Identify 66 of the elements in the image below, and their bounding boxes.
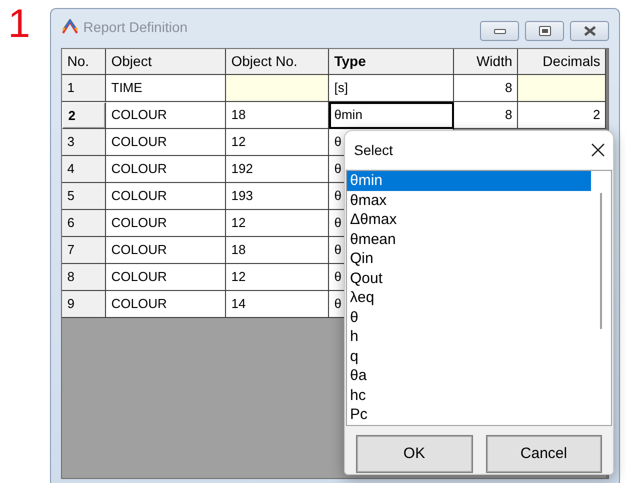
list-item[interactable]: λeq xyxy=(347,288,592,308)
list-item[interactable]: θmin xyxy=(347,171,592,190)
table-cell[interactable]: COLOUR xyxy=(106,156,226,183)
table-cell[interactable]: [s] xyxy=(329,75,454,102)
row-header[interactable]: 9 xyxy=(62,291,106,318)
list-item[interactable]: q xyxy=(347,346,592,366)
table-cell[interactable]: 192 xyxy=(226,156,330,183)
dialog-title: Select xyxy=(354,140,393,160)
minimize-button[interactable] xyxy=(480,21,520,41)
list-item[interactable]: θa xyxy=(347,366,592,386)
row-header[interactable]: 1 xyxy=(62,75,106,102)
figure-label: 1 xyxy=(8,2,30,46)
list-item[interactable]: θmean xyxy=(347,230,592,249)
table-cell[interactable]: COLOUR xyxy=(106,291,226,318)
column-header[interactable]: Object xyxy=(106,49,226,75)
row-header[interactable]: 5 xyxy=(62,183,106,210)
table-cell[interactable] xyxy=(226,75,330,102)
column-header[interactable]: No. xyxy=(62,49,106,75)
table-cell[interactable]: 8 xyxy=(454,102,518,129)
table-cell[interactable]: COLOUR xyxy=(106,129,226,156)
list-item[interactable]: θ xyxy=(347,308,592,327)
row-header[interactable]: 7 xyxy=(62,237,106,264)
table-cell[interactable]: θmin xyxy=(329,102,454,129)
row-header[interactable]: 8 xyxy=(62,264,106,291)
list-item[interactable]: hc xyxy=(347,386,592,405)
ok-button[interactable]: OK xyxy=(357,436,472,472)
logo-icon xyxy=(61,19,80,35)
close-icon[interactable] xyxy=(591,143,605,157)
maximize-button[interactable] xyxy=(525,21,564,41)
close-button[interactable] xyxy=(570,21,610,41)
minimize-icon xyxy=(494,28,506,34)
list-item[interactable]: h xyxy=(347,327,592,346)
row-header[interactable]: 3 xyxy=(62,129,106,156)
table-cell[interactable]: 18 xyxy=(226,102,330,129)
table-cell[interactable]: 2 xyxy=(518,102,606,129)
table-cell[interactable]: 12 xyxy=(226,129,330,156)
table-cell[interactable]: 193 xyxy=(226,183,330,210)
list-item[interactable]: θmax xyxy=(347,190,592,210)
table-cell[interactable]: TIME xyxy=(106,75,226,102)
table-cell[interactable]: 14 xyxy=(226,291,330,318)
table-cell[interactable]: COLOUR xyxy=(106,102,226,129)
table-cell[interactable]: 12 xyxy=(226,264,330,291)
row-header[interactable]: 2 xyxy=(62,102,106,129)
column-header[interactable]: Object No. xyxy=(226,49,330,75)
table-cell[interactable]: 8 xyxy=(454,75,518,102)
list-item[interactable]: Δθmax xyxy=(347,210,592,230)
column-header[interactable]: Type xyxy=(329,49,454,75)
row-header[interactable]: 6 xyxy=(62,210,106,237)
cancel-button[interactable]: Cancel xyxy=(486,436,601,472)
close-icon xyxy=(582,26,597,36)
column-header[interactable]: Decimals xyxy=(518,49,606,75)
row-header[interactable]: 4 xyxy=(62,156,106,183)
list-item[interactable]: Qin xyxy=(347,249,592,268)
table-cell[interactable]: COLOUR xyxy=(106,210,226,237)
list-item[interactable]: Pc xyxy=(347,405,592,424)
table-cell[interactable]: COLOUR xyxy=(106,264,226,291)
maximize-icon xyxy=(538,26,551,36)
scrollbar-thumb[interactable] xyxy=(600,193,602,329)
table-cell[interactable]: COLOUR xyxy=(106,237,226,264)
window-title: Report Definition xyxy=(83,18,188,37)
table-cell[interactable]: COLOUR xyxy=(106,183,226,210)
table-cell[interactable]: 12 xyxy=(226,210,330,237)
column-header[interactable]: Width xyxy=(454,49,518,75)
table-cell[interactable]: 18 xyxy=(226,237,330,264)
list-item[interactable]: Qout xyxy=(347,268,592,288)
table-cell[interactable] xyxy=(518,75,606,102)
